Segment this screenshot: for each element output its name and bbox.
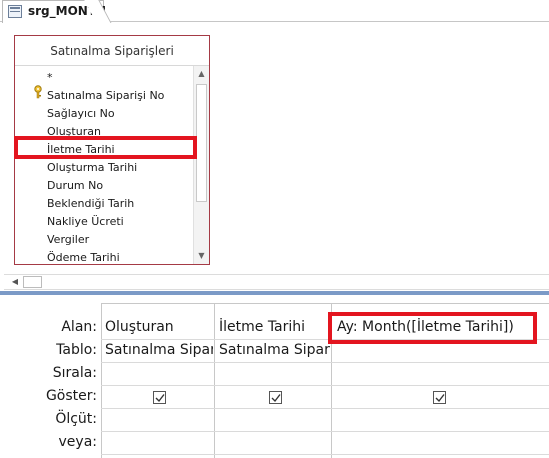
field-purchase-order-no[interactable]: Satınalma Siparişi No [47, 87, 164, 105]
row-label-field: Alan: [61, 319, 97, 335]
row-divider [101, 385, 549, 386]
checkmark-icon [155, 394, 165, 403]
row-label-table: Tablo: [56, 342, 97, 358]
highlight-expression-box [328, 312, 537, 344]
field-cell-col1[interactable]: Oluşturan [105, 316, 213, 339]
primary-key-icon [34, 85, 42, 99]
column-divider[interactable] [101, 304, 102, 458]
show-checkbox-col1[interactable] [153, 391, 166, 404]
document-tab-strip: srg_MONTH [0, 0, 549, 23]
criteria-cell-col1[interactable] [105, 408, 213, 431]
show-checkbox-col3[interactable] [433, 391, 446, 404]
criteria-cell-col2[interactable] [219, 408, 330, 431]
table-cell-col2[interactable]: Satınalma Sipar [219, 339, 330, 362]
field-payment-date[interactable]: Ödeme Tarihi [47, 249, 120, 264]
sort-cell-col1[interactable] [105, 362, 213, 385]
row-label-sort: Sırala: [52, 365, 97, 381]
row-label-show: Göster: [45, 388, 97, 404]
show-checkbox-col2[interactable] [269, 391, 282, 404]
field-list-scrollbar[interactable]: ▲ ▼ [193, 66, 209, 264]
pane-horizontal-scrollbar[interactable]: ◀ [4, 274, 549, 290]
field-all[interactable]: * [47, 69, 53, 87]
or-cell-col2[interactable] [219, 431, 330, 454]
field-supplier-no[interactable]: Sağlayıcı No [47, 105, 115, 123]
field-cell-col2[interactable]: İletme Tarihi [219, 316, 330, 339]
column-divider[interactable] [214, 304, 215, 458]
criteria-cell-col3[interactable] [337, 408, 537, 431]
query-design-grid: Alan: Tablo: Sırala: Göster: Ölçüt: veya… [0, 295, 549, 458]
sort-cell-col2[interactable] [219, 362, 330, 385]
tab-label: srg_MONTH [28, 4, 107, 18]
field-creation-date[interactable]: Oluşturma Tarihi [47, 159, 137, 177]
table-pane: Satınalma Siparişleri * Satınalma Sipari… [0, 23, 549, 273]
or-cell-col3[interactable] [337, 431, 537, 454]
field-shipping-fee[interactable]: Nakliye Ücreti [47, 213, 124, 231]
checkmark-icon [271, 394, 281, 403]
scroll-left-icon[interactable]: ◀ [8, 275, 22, 289]
sort-cell-col3[interactable] [337, 362, 537, 385]
field-expected-date[interactable]: Beklendiği Tarih [47, 195, 134, 213]
scroll-thumb[interactable] [196, 84, 207, 202]
scroll-up-icon[interactable]: ▲ [194, 66, 209, 82]
table-title: Satınalma Siparişleri [15, 36, 209, 66]
row-label-criteria: Ölçüt: [55, 411, 97, 427]
row-label-or: veya: [58, 434, 97, 450]
field-status-no[interactable]: Durum No [47, 177, 103, 195]
or-cell-col1[interactable] [105, 431, 213, 454]
checkmark-icon [435, 394, 445, 403]
hscroll-thumb[interactable] [23, 276, 42, 288]
row-divider [101, 454, 549, 455]
query-icon [8, 5, 22, 18]
scroll-down-icon[interactable]: ▼ [194, 248, 209, 264]
field-taxes[interactable]: Vergiler [47, 231, 89, 249]
highlight-field-box [14, 136, 197, 159]
tab-srg-month[interactable]: srg_MONTH [2, 0, 107, 23]
table-cell-col1[interactable]: Satınalma Sipar [105, 339, 213, 362]
